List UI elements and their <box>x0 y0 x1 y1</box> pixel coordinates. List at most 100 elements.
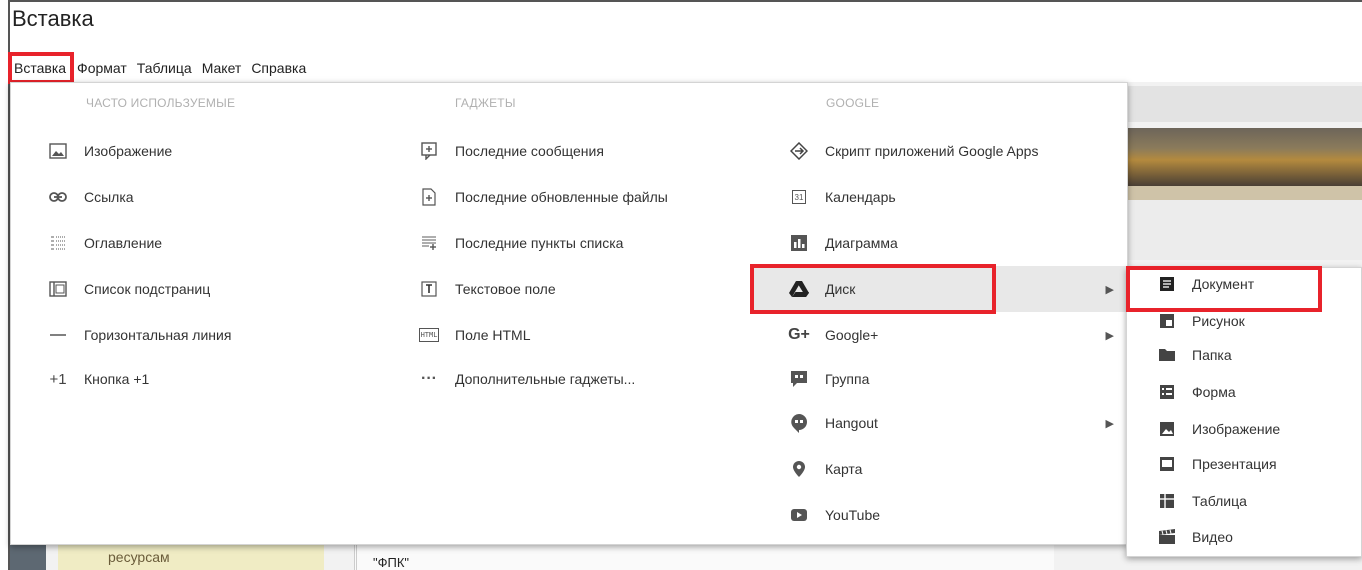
submenu-item-folder[interactable]: Папка <box>1158 338 1232 372</box>
menu-item-label: Скрипт приложений Google Apps <box>825 143 1039 159</box>
map-pin-icon <box>789 459 809 479</box>
menu-item-label: Ссылка <box>84 189 134 205</box>
menu-item-map[interactable]: Карта <box>789 446 862 492</box>
page-content: "ФПК" <box>354 545 1054 570</box>
menu-item-plus-one[interactable]: +1 Кнопка +1 <box>48 356 149 402</box>
chart-icon <box>789 233 809 253</box>
submenu-arrow-icon: ▶ <box>1105 417 1114 430</box>
submenu-item-spreadsheet[interactable]: Таблица <box>1158 484 1247 518</box>
page-header-strip <box>1128 86 1362 122</box>
menu-table[interactable]: Таблица <box>132 54 197 82</box>
menu-item-image[interactable]: Изображение <box>48 128 172 174</box>
page-banner-photo <box>1128 128 1362 186</box>
spreadsheet-icon <box>1158 492 1176 510</box>
column-heading-frequent: ЧАСТО ИСПОЛЬЗУЕМЫЕ <box>86 96 236 110</box>
menu-item-html-box[interactable]: HTML Поле HTML <box>419 312 531 358</box>
menu-item-recent-posts[interactable]: Последние сообщения <box>419 128 604 174</box>
menu-item-label: Дополнительные гаджеты... <box>455 371 636 387</box>
google-plus-icon: G+ <box>788 326 810 343</box>
menu-item-hangout[interactable]: Hangout ▶ <box>789 400 1128 446</box>
menu-item-link[interactable]: Ссылка <box>48 174 134 220</box>
menu-item-chart[interactable]: Диаграмма <box>789 220 898 266</box>
submenu-arrow-icon: ▶ <box>1105 329 1114 342</box>
menu-item-label: Изображение <box>84 143 173 159</box>
menu-item-label: Список подстраниц <box>84 281 211 297</box>
apps-script-icon <box>789 141 809 161</box>
menu-item-label: Календарь <box>825 189 896 205</box>
calendar-icon: 31 <box>792 190 806 204</box>
menu-item-label: Горизонтальная линия <box>84 327 232 343</box>
menu-item-label: Оглавление <box>84 235 163 251</box>
menu-item-label: Карта <box>825 461 863 477</box>
menu-item-label: Поле HTML <box>455 327 531 343</box>
video-icon <box>1158 528 1176 546</box>
menu-insert[interactable]: Вставка <box>7 52 75 84</box>
form-icon <box>1158 383 1176 401</box>
link-icon <box>48 187 68 207</box>
submenu-item-label: Презентация <box>1192 456 1277 472</box>
submenu-item-video[interactable]: Видео <box>1158 520 1233 554</box>
menu-item-label: Группа <box>825 371 870 387</box>
plus-one-icon: +1 <box>49 370 67 388</box>
submenu-item-form[interactable]: Форма <box>1158 375 1236 409</box>
more-gadgets-icon: ··· <box>421 370 437 387</box>
menu-item-label: Последние обновленные файлы <box>455 189 668 205</box>
folder-icon <box>1158 346 1176 364</box>
submenu-item-label: Папка <box>1192 347 1232 363</box>
html-box-icon: HTML <box>419 328 439 342</box>
page-banner-caption <box>1128 186 1362 200</box>
menu-item-label: Последние сообщения <box>455 143 604 159</box>
groups-icon <box>789 369 809 389</box>
menu-item-subpages[interactable]: Список подстраниц <box>48 266 210 312</box>
horizontal-line-icon <box>48 325 68 345</box>
menu-item-label: Hangout <box>825 415 878 431</box>
menu-item-label: Кнопка +1 <box>84 371 150 387</box>
submenu-item-image[interactable]: Изображение <box>1158 412 1280 446</box>
page-side-strip <box>10 545 46 570</box>
menu-item-calendar[interactable]: 31 Календарь <box>789 174 896 220</box>
image-icon <box>1158 420 1176 438</box>
window-title: Вставка <box>12 6 94 31</box>
submenu-item-presentation[interactable]: Презентация <box>1158 447 1277 481</box>
menu-item-text-box[interactable]: Текстовое поле <box>419 266 556 312</box>
submenu-item-label: Форма <box>1192 384 1236 400</box>
hangout-icon <box>789 413 809 433</box>
table-of-contents-icon <box>48 233 68 253</box>
drawing-icon <box>1158 312 1176 330</box>
submenu-item-label: Таблица <box>1192 493 1247 509</box>
sidebar-link-text: ресурсам <box>108 549 170 565</box>
menubar: Вставка Формат Таблица Макет Справка <box>7 52 311 84</box>
text-box-icon <box>419 279 439 299</box>
annotation-highlight-document <box>1126 266 1322 312</box>
menu-item-apps-script[interactable]: Скрипт приложений Google Apps <box>789 128 1038 174</box>
menu-item-groups[interactable]: Группа <box>789 356 869 402</box>
presentation-icon <box>1158 455 1176 473</box>
menu-item-label: Google+ <box>825 327 879 343</box>
menu-item-google-plus[interactable]: G+ Google+ ▶ <box>788 312 1128 358</box>
menu-item-label: Последние пункты списка <box>455 235 624 251</box>
youtube-icon <box>789 505 809 525</box>
menu-item-recent-list-items[interactable]: Последние пункты списка <box>419 220 623 266</box>
submenu-item-label: Видео <box>1192 529 1233 545</box>
menu-item-recent-files[interactable]: Последние обновленные файлы <box>419 174 668 220</box>
submenu-item-label: Изображение <box>1192 421 1281 437</box>
annotation-highlight-drive <box>750 264 996 314</box>
submenu-arrow-icon: ▶ <box>1105 283 1114 296</box>
recent-list-items-icon <box>419 233 439 253</box>
column-heading-google: GOOGLE <box>826 96 880 110</box>
menu-help[interactable]: Справка <box>246 54 311 82</box>
image-icon <box>48 141 68 161</box>
content-text: "ФПК" <box>373 555 410 570</box>
menu-layout[interactable]: Макет <box>197 54 247 82</box>
recent-files-icon <box>419 187 439 207</box>
menu-item-toc[interactable]: Оглавление <box>48 220 162 266</box>
menu-item-label: Диаграмма <box>825 235 898 251</box>
menu-format[interactable]: Формат <box>72 54 132 82</box>
menu-item-horizontal-line[interactable]: Горизонтальная линия <box>48 312 231 358</box>
column-heading-gadgets: ГАДЖЕТЫ <box>455 96 516 110</box>
page-area <box>1128 200 1362 260</box>
window-border-top <box>8 0 1362 2</box>
menu-item-more-gadgets[interactable]: ··· Дополнительные гаджеты... <box>419 356 635 402</box>
menu-item-youtube[interactable]: YouTube <box>789 492 880 538</box>
page-sidebar-link[interactable]: ресурсам <box>58 545 324 570</box>
